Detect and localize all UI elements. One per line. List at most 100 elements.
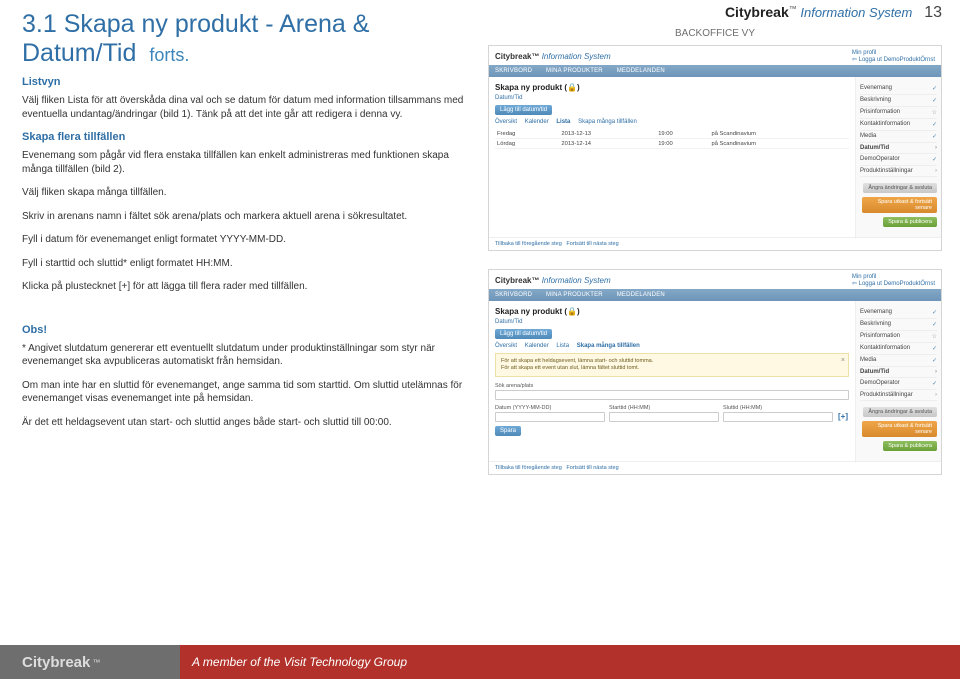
search-arena-label: Sök arena/plats	[495, 383, 849, 389]
nav-skrivbord[interactable]: SKRIVBORD	[495, 68, 532, 74]
page-number: 13	[920, 4, 942, 22]
chevron-right-icon	[935, 145, 937, 151]
logout-link[interactable]: ⇦ Logga ut DemoProduktÖrnst	[852, 281, 935, 287]
sidebar-item[interactable]: Beskrivning	[860, 319, 937, 331]
save-publish-button[interactable]: Spara & publicera	[883, 441, 937, 451]
sidebar-item[interactable]: Media	[860, 355, 937, 367]
hint-line: För att skapa ett event utan slut, lämna…	[501, 365, 843, 372]
sidebar-item[interactable]: Kontaktinformation	[860, 343, 937, 355]
mock-sidebar: Evenemang Beskrivning Prisinformation Ko…	[855, 301, 941, 461]
sidebar-item[interactable]: Evenemang	[860, 307, 937, 319]
page-footer: Citybreak™ A member of the Visit Technol…	[0, 645, 960, 679]
sidebar-label: Kontaktinformation	[860, 345, 910, 352]
tab-skapa-manga[interactable]: Skapa många tillfällen	[577, 343, 640, 349]
date-input[interactable]	[495, 412, 605, 422]
sidebar-item[interactable]: DemoOperator	[860, 378, 937, 390]
sidebar-buttons: Ångra ändringar & avsluta Spara utkast &…	[860, 407, 937, 455]
sidebar-label: Media	[860, 357, 876, 364]
sidebar-item[interactable]: DemoOperator	[860, 154, 937, 166]
endtime-input[interactable]	[723, 412, 833, 422]
cell-time: 19:00	[656, 139, 709, 149]
brand-name: Citybreak	[725, 4, 789, 20]
next-step-link[interactable]: Fortsätt till nästa steg	[566, 241, 618, 247]
tab-lista[interactable]: Lista	[556, 343, 569, 349]
nav-skrivbord[interactable]: SKRIVBORD	[495, 292, 532, 298]
hint-box: × För att skapa ett heldagsevent, lämna …	[495, 353, 849, 377]
sidebar-label: Beskrivning	[860, 321, 891, 328]
save-publish-button[interactable]: Spara & publicera	[883, 217, 937, 227]
save-draft-button[interactable]: Spara utkast & fortsätt senare	[862, 197, 937, 213]
footer-logo: Citybreak™	[0, 645, 180, 679]
mock-tabs: Översikt Kalender Lista Skapa många till…	[495, 119, 849, 125]
page-title: 3.1 Skapa ny produkt - Arena & Datum/Tid…	[22, 10, 468, 68]
save-button[interactable]: Spara	[495, 426, 521, 436]
nav-mina-produkter[interactable]: MINA PRODUKTER	[546, 68, 603, 74]
add-datetime-button[interactable]: Lägg till datum/tid	[495, 105, 552, 115]
mock-sidebar: Evenemang Beskrivning Prisinformation Ko…	[855, 77, 941, 237]
paragraph: Fyll i starttid och sluttid* enligt form…	[22, 257, 468, 271]
sidebar-item[interactable]: Produktinställningar	[860, 166, 937, 177]
screenshot-create-many: Citybreak™ Information System Min profil…	[488, 269, 942, 475]
paragraph: Välj fliken Lista för att överskåda dina…	[22, 94, 468, 121]
sidebar-item-active[interactable]: Datum/Tid	[860, 367, 937, 378]
sidebar-label: Datum/Tid	[860, 145, 889, 151]
tab-oversikt[interactable]: Översikt	[495, 343, 517, 349]
nav-meddelanden[interactable]: MEDDELANDEN	[617, 68, 665, 74]
mock-brand-product: Information System	[542, 276, 611, 285]
tab-kalender[interactable]: Kalender	[525, 343, 549, 349]
chevron-right-icon	[935, 168, 937, 174]
check-icon	[932, 321, 937, 328]
next-step-link[interactable]: Fortsätt till nästa steg	[566, 465, 618, 471]
sidebar-label: Prisinformation	[860, 333, 900, 340]
paragraph: Om man inte har en sluttid för evenemang…	[22, 379, 468, 406]
check-icon	[932, 133, 937, 140]
sidebar-item[interactable]: Beskrivning	[860, 95, 937, 107]
logout-link[interactable]: ⇦ Logga ut DemoProduktÖrnst	[852, 57, 935, 63]
chevron-right-icon	[935, 392, 937, 398]
check-icon	[932, 357, 937, 364]
starttime-label: Starttid (HH:MM)	[609, 405, 719, 411]
sidebar-item[interactable]: Evenemang	[860, 83, 937, 95]
trademark-icon: ™	[92, 658, 100, 667]
check-icon	[932, 85, 937, 92]
mock-title-text: Skapa ny produkt (🔒)	[495, 83, 580, 92]
sidebar-label: Kontaktinformation	[860, 121, 910, 128]
date-list-table: Fredag 2013-12-13 19:00 på Scandinavium …	[495, 129, 849, 149]
tab-kalender[interactable]: Kalender	[525, 119, 549, 125]
sidebar-item[interactable]: Media	[860, 131, 937, 143]
undo-button[interactable]: Ångra ändringar & avsluta	[863, 407, 937, 417]
check-icon	[932, 309, 937, 316]
tab-oversikt[interactable]: Översikt	[495, 119, 517, 125]
profile-link[interactable]: Min profil	[852, 274, 876, 280]
paragraph: Skriv in arenans namn i fältet sök arena…	[22, 210, 468, 224]
starttime-input[interactable]	[609, 412, 719, 422]
nav-meddelanden[interactable]: MEDDELANDEN	[617, 292, 665, 298]
profile-link[interactable]: Min profil	[852, 50, 876, 56]
title-main: 3.1 Skapa ny produkt - Arena & Datum/Tid	[22, 10, 369, 67]
search-arena-input[interactable]	[495, 390, 849, 400]
sidebar-item[interactable]: Kontaktinformation	[860, 119, 937, 131]
endtime-label: Sluttid (HH:MM)	[723, 405, 833, 411]
section-heading-skapa-flera: Skapa flera tillfällen	[22, 131, 468, 143]
mock-profile-area: Min profil ⇦ Logga ut DemoProduktÖrnst	[852, 49, 935, 63]
add-row-plus-button[interactable]: [+]	[837, 412, 849, 422]
screenshot-list-view: Citybreak™ Information System Min profil…	[488, 45, 942, 251]
tab-lista[interactable]: Lista	[556, 119, 570, 125]
sidebar-item[interactable]: Prisinformation	[860, 107, 937, 119]
prev-step-link[interactable]: Tillbaka till föregående steg	[495, 241, 562, 247]
save-draft-button[interactable]: Spara utkast & fortsätt senare	[862, 421, 937, 437]
prev-step-link[interactable]: Tillbaka till föregående steg	[495, 465, 562, 471]
add-datetime-button[interactable]: Lägg till datum/tid	[495, 329, 552, 339]
mock-bottom-nav: Tillbaka till föregående steg Fortsätt t…	[489, 237, 941, 250]
close-icon[interactable]: ×	[841, 356, 845, 365]
sidebar-item[interactable]: Prisinformation	[860, 331, 937, 343]
sidebar-item-active[interactable]: Datum/Tid	[860, 143, 937, 154]
nav-mina-produkter[interactable]: MINA PRODUKTER	[546, 292, 603, 298]
sidebar-label: Produktinställningar	[860, 392, 913, 398]
sidebar-item[interactable]: Produktinställningar	[860, 390, 937, 401]
mock-brand-product: Information System	[542, 52, 611, 61]
tab-skapa-manga[interactable]: Skapa många tillfällen	[578, 119, 637, 125]
body-text-column: 3.1 Skapa ny produkt - Arena & Datum/Tid…	[0, 0, 480, 640]
figures-column: Citybreak™ Information System 13 BACKOFF…	[480, 0, 960, 640]
undo-button[interactable]: Ångra ändringar & avsluta	[863, 183, 937, 193]
